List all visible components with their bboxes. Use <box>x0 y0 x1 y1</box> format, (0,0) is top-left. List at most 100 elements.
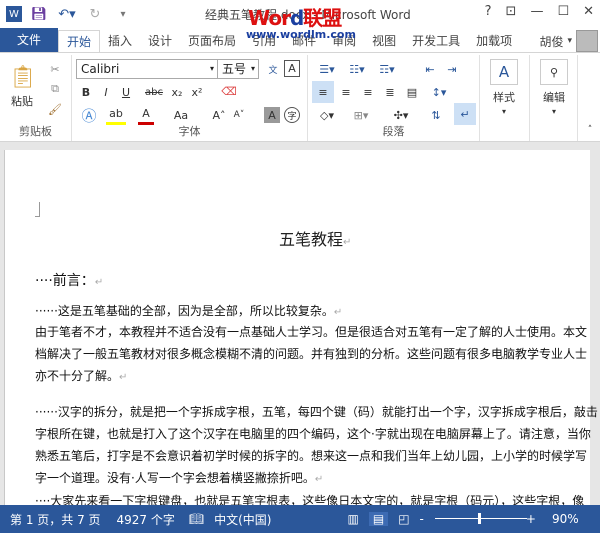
paragraph-line: 熟悉五笔后，打字是不会意识着初学时候的拆字的。想来这一点和我们当年上幼儿园，上小… <box>35 449 588 463</box>
user-account[interactable]: 胡俊 ▾ <box>539 30 600 52</box>
word-count[interactable]: 4927 个字 <box>117 511 175 528</box>
font-name-select[interactable]: Calibri ▾ <box>76 59 218 79</box>
font-color-icon[interactable]: A <box>138 105 154 125</box>
paragraph-line: 档解决了一般五笔教材对很多概念模糊不清的问题。并有独到的分析。这些问题有很多电脑… <box>35 347 588 361</box>
zoom-slider[interactable] <box>435 518 527 519</box>
italic-button[interactable]: I <box>98 83 114 101</box>
shrink-font-button[interactable]: A˅ <box>230 105 248 125</box>
styles-group[interactable]: A 样式 ▾ <box>480 55 530 141</box>
minimize-button[interactable]: — <box>530 4 543 19</box>
paste-button[interactable]: 粘贴 <box>6 93 38 109</box>
ribbon-display-button[interactable]: ⊡ <box>506 4 517 19</box>
proofing-icon[interactable]: 📖︎ <box>189 512 204 526</box>
read-mode-icon[interactable]: ▥ <box>348 512 359 526</box>
font-size-select[interactable]: 五号 ▾ <box>217 59 259 79</box>
user-name: 胡俊 <box>539 34 564 49</box>
styles-icon[interactable]: A <box>490 59 518 85</box>
title-bar: W 💾︎ ↶▾ ↻ ▾ 经典五笔教程.docx - Microsoft Word… <box>0 0 600 30</box>
maximize-button[interactable]: ☐ <box>557 4 569 19</box>
line-spacing-icon[interactable]: ↕▾ <box>426 81 452 103</box>
format-painter-icon[interactable]: 🖌︎ <box>46 101 64 117</box>
document-area: 五笔教程↵ ····前言：↵ ······这是五笔基础的全部，因为是全部，所以比… <box>0 142 600 505</box>
redo-icon[interactable]: ↻ <box>84 4 106 24</box>
align-right-icon[interactable]: ≡ <box>358 81 378 103</box>
highlight-icon[interactable]: ab <box>106 105 126 125</box>
bold-button[interactable]: B <box>78 83 94 101</box>
change-case-button[interactable]: Aa <box>168 105 194 125</box>
copy-icon[interactable]: ⧉ <box>46 81 64 97</box>
tab-file[interactable]: 文件 <box>0 28 58 52</box>
editing-button[interactable]: 编辑 <box>534 89 574 105</box>
subscript-button[interactable]: x₂ <box>168 83 186 101</box>
align-center-icon[interactable]: ≡ <box>336 81 356 103</box>
font-name-value: Calibri <box>81 62 120 76</box>
editing-group[interactable]: ⚲ 编辑 ▾ <box>530 55 578 141</box>
chevron-down-icon[interactable]: ▾ <box>498 107 510 116</box>
justify-icon[interactable]: ≣ <box>380 81 400 103</box>
close-button[interactable]: ✕ <box>583 4 594 19</box>
sort-icon[interactable]: ⇅ <box>426 105 446 125</box>
customize-quick-access-icon[interactable]: ▾ <box>112 4 134 24</box>
grow-font-button[interactable]: A˄ <box>210 105 228 125</box>
phonetic-guide-icon[interactable]: 文 <box>264 59 282 79</box>
collapse-ribbon-icon[interactable]: ˄ <box>584 123 596 137</box>
tab-view[interactable]: 视图 <box>364 30 404 52</box>
margin-corner-mark <box>35 202 40 217</box>
distribute-icon[interactable]: ▤ <box>402 81 422 103</box>
tab-addins[interactable]: 加载项 <box>468 30 520 52</box>
zoom-in-button[interactable]: + <box>526 512 536 526</box>
zoom-level[interactable]: 90% <box>552 512 579 526</box>
shading-icon[interactable]: ◇▾ <box>314 105 340 125</box>
font-size-value: 五号 <box>222 62 247 76</box>
tab-insert[interactable]: 插入 <box>100 30 140 52</box>
help-button[interactable]: ? <box>485 4 492 19</box>
numbering-icon[interactable]: ☷▾ <box>344 59 370 79</box>
watermark-logo: Word联盟 <box>248 6 342 30</box>
paragraph-line: 字一个道理。没有·人写一个字会想着横竖撇捺折吧。↵ <box>35 471 324 485</box>
tab-home[interactable]: 开始 <box>58 30 101 52</box>
strikethrough-button[interactable]: abc <box>142 83 166 101</box>
document-title: 五笔教程↵ <box>279 230 352 249</box>
character-border-icon[interactable]: A <box>284 60 300 77</box>
document-page[interactable]: 五笔教程↵ ····前言：↵ ······这是五笔基础的全部，因为是全部，所以比… <box>4 150 598 505</box>
avatar <box>576 30 598 52</box>
page-count[interactable]: 第 1 页，共 7 页 <box>10 511 101 528</box>
tab-design[interactable]: 设计 <box>140 30 180 52</box>
multilevel-list-icon[interactable]: ☶▾ <box>374 59 400 79</box>
text-effects-icon[interactable]: Ⓐ <box>78 105 100 125</box>
zoom-slider-thumb[interactable] <box>478 513 481 524</box>
clear-formatting-icon[interactable]: ⌫ <box>220 81 238 101</box>
cut-icon[interactable]: ✂ <box>46 61 64 77</box>
tab-layout[interactable]: 页面布局 <box>180 30 244 52</box>
save-icon[interactable]: 💾︎ <box>28 4 50 24</box>
tab-developer[interactable]: 开发工具 <box>404 30 468 52</box>
superscript-button[interactable]: x² <box>188 83 206 101</box>
asian-layout-icon[interactable]: ✣▾ <box>388 105 414 125</box>
decrease-indent-icon[interactable]: ⇤ <box>420 59 440 79</box>
paragraph-line: 字根所在键，也就是打入了这个汉字在电脑里的四个编码，这个·字就出现在电脑屏幕上了… <box>35 427 591 441</box>
chevron-down-icon[interactable]: ▾ <box>548 107 560 116</box>
clipboard-group: 📋︎ 粘贴 ✂ ⧉ 🖌︎ 剪贴板 <box>0 55 72 141</box>
status-bar: 第 1 页，共 7 页 4927 个字 📖︎ 中文(中国) ▥ ▤ ◰ - + … <box>0 505 600 533</box>
ribbon: 📋︎ 粘贴 ✂ ⧉ 🖌︎ 剪贴板 Calibri ▾ 五号 ▾ 文 A B I U … <box>0 52 600 142</box>
styles-button[interactable]: 样式 <box>484 89 524 105</box>
underline-button[interactable]: U <box>118 83 134 101</box>
zoom-out-button[interactable]: - <box>420 512 424 526</box>
find-binoculars-icon[interactable]: ⚲ <box>540 59 568 85</box>
language[interactable]: 中文(中国) <box>214 511 271 528</box>
bullets-icon[interactable]: ☰▾ <box>314 59 340 79</box>
print-layout-icon[interactable]: ▤ <box>368 512 389 526</box>
web-layout-icon[interactable]: ◰ <box>398 512 409 526</box>
align-left-icon[interactable]: ≡ <box>312 81 334 103</box>
increase-indent-icon[interactable]: ⇥ <box>442 59 462 79</box>
show-marks-icon[interactable]: ↵ <box>454 103 476 125</box>
paste-icon[interactable]: 📋︎ <box>8 61 38 93</box>
paragraph-line: 由于笔者不才，本教程并不适合没有一点基础人士学习。但是很适合对五笔有一定了解的人… <box>35 325 588 339</box>
enclose-characters-button[interactable]: 字 <box>284 107 300 123</box>
undo-icon[interactable]: ↶▾ <box>56 4 78 24</box>
watermark-url: www.wordlm.com <box>246 28 356 41</box>
word-logo-icon: W <box>6 6 22 22</box>
borders-icon[interactable]: ⊞▾ <box>348 105 374 125</box>
character-shading-button[interactable]: A <box>264 107 280 123</box>
paragraph-line: ····大家先来看一下字根键盘，也就是五笔字根表，这些像日本文字的，就是字根（码… <box>35 494 585 505</box>
